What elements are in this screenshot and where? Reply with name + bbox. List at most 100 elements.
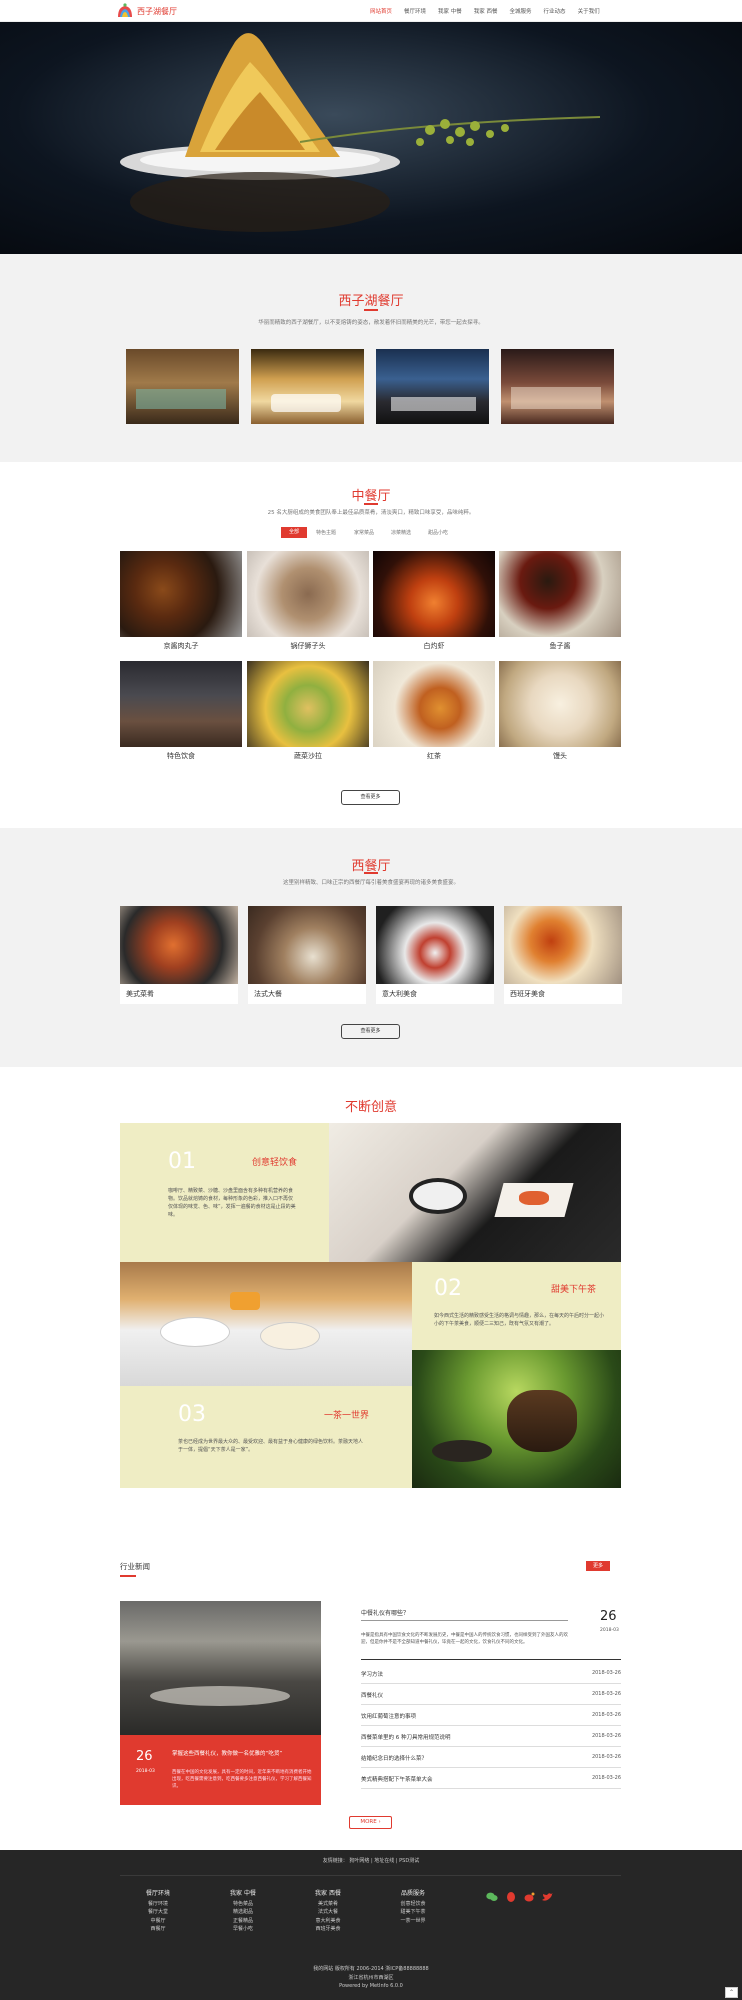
footer-col-item[interactable]: 一茶一世界 <box>383 1917 443 1926</box>
footer-col-item[interactable]: 法式大餐 <box>298 1908 358 1917</box>
creative-photo-3 <box>412 1350 621 1488</box>
tab-home[interactable]: 家常菜品 <box>354 529 374 536</box>
footer-col-item[interactable]: 西班牙美食 <box>298 1925 358 1934</box>
hero-banner <box>0 22 742 254</box>
menu-news[interactable]: 行业动态 <box>544 7 566 15</box>
news-row[interactable]: 美式精典搭配下午茶菜单大会 2018-03-26 <box>361 1769 621 1789</box>
dish-card[interactable] <box>247 551 369 637</box>
dish-label: 红茶 <box>427 752 441 760</box>
dish-card[interactable] <box>373 661 495 747</box>
dish-card[interactable] <box>499 661 621 747</box>
dish-card[interactable] <box>120 661 242 747</box>
tab-cold[interactable]: 凉菜精选 <box>391 529 411 536</box>
about-section <box>0 254 742 462</box>
footer-col-item[interactable]: 意大利美食 <box>298 1917 358 1926</box>
back-to-top-button[interactable]: ⌃ <box>725 1987 738 1998</box>
footer-col: 我家 西餐 美式菜肴 法式大餐 意大利美食 西班牙美食 <box>298 1890 358 1934</box>
dish-card[interactable] <box>373 551 495 637</box>
news-row[interactable]: 西餐礼仪 2018-03-26 <box>361 1685 621 1705</box>
western-dish-label: 西班牙美食 <box>510 990 545 998</box>
dish-label: 特色饮食 <box>167 752 195 760</box>
footer-col-heading[interactable]: 我家 中餐 <box>213 1890 273 1899</box>
news-top-underline <box>361 1620 568 1621</box>
restaurant-photo-3[interactable] <box>376 349 489 424</box>
menu-western[interactable]: 我家 西餐 <box>474 7 498 15</box>
western-card-4[interactable]: 西班牙美食 <box>504 906 622 1004</box>
footer-col-item[interactable]: 美式菜肴 <box>298 1900 358 1909</box>
dish-card[interactable] <box>247 661 369 747</box>
news-row[interactable]: 饮用红葡萄注意的事项 2018-03-26 <box>361 1706 621 1726</box>
western-card-3[interactable]: 意大利美食 <box>376 906 494 1004</box>
western-card-2[interactable]: 法式大餐 <box>248 906 366 1004</box>
menu-service[interactable]: 全城服务 <box>510 7 532 15</box>
western-dish-label: 意大利美食 <box>382 990 417 998</box>
footer-link[interactable]: 狗叶网络 <box>349 1858 369 1864</box>
western-dish-photo <box>120 906 238 984</box>
news-top-divider <box>361 1659 621 1660</box>
news-row-date: 2018-03-26 <box>591 1775 621 1781</box>
news-row[interactable]: 学习方法 2018-03-26 <box>361 1664 621 1684</box>
footer-col-heading[interactable]: 品质服务 <box>383 1890 443 1899</box>
news-row[interactable]: 结婚纪念日的选择什么菜？ 2018-03-26 <box>361 1748 621 1768</box>
news-feature-box[interactable]: 26 2018-03 掌握这些西餐礼仪，教你做一名优雅的“吃货” 西餐在中国的文… <box>120 1735 321 1805</box>
qq-icon[interactable] <box>506 1892 516 1903</box>
footer-link[interactable]: PSD测试 <box>399 1858 419 1864</box>
footer-address: 浙江省杭州市西湖区 <box>348 1975 394 1981</box>
western-title-underline <box>364 872 378 874</box>
dish-card[interactable] <box>120 551 242 637</box>
western-more-button[interactable]: 查看更多 <box>341 1024 400 1039</box>
western-dish-photo <box>504 906 622 984</box>
menu-environment[interactable]: 餐厅环境 <box>404 7 426 15</box>
footer-col-item[interactable]: 西餐厅 <box>128 1925 188 1934</box>
footer-col-item[interactable]: 精选甜品 <box>213 1908 273 1917</box>
news-row-title: 饮用红葡萄注意的事项 <box>361 1714 417 1720</box>
news-row-title: 西餐礼仪 <box>361 1693 384 1699</box>
dish-label: 馒头 <box>553 752 567 760</box>
dish-label: 白灼虾 <box>423 642 445 650</box>
footer-col-item[interactable]: 创意轻饮食 <box>383 1900 443 1909</box>
footer-links: 友情链接： 狗叶网络 | 地址在线 | PSD测试 <box>0 1857 742 1864</box>
footer-col-item[interactable]: 餐厅环境 <box>128 1900 188 1909</box>
news-feature-photo[interactable] <box>120 1601 321 1735</box>
creative-num: 03 <box>178 1402 206 1427</box>
menu-chinese[interactable]: 我家 中餐 <box>438 7 462 15</box>
news-top-title[interactable]: 中餐礼仪有哪些？ <box>361 1608 409 1617</box>
news-more-button[interactable]: MORE › <box>349 1816 392 1829</box>
news-row[interactable]: 西餐菜单里的 6 种刀具常用规范说明 2018-03-26 <box>361 1727 621 1747</box>
creative-block-2: 02 甜美下午茶 如今西式生活的精致感受生活的格调与情趣，那么，在每天的午后时分… <box>412 1262 621 1350</box>
footer-col: 我家 中餐 特色菜品 精选甜品 正餐精品 早餐小吃 <box>213 1890 273 1934</box>
western-card-1[interactable]: 美式菜肴 <box>120 906 238 1004</box>
footer-col-item[interactable]: 餐厅大堂 <box>128 1908 188 1917</box>
news-top-day: 26 <box>600 1609 617 1624</box>
menu-about[interactable]: 关于我们 <box>578 7 600 15</box>
chinese-title-underline <box>364 503 378 505</box>
logo[interactable]: 西子湖餐厅 <box>116 3 177 19</box>
tab-all[interactable]: 全部 <box>281 527 307 538</box>
weibo-icon[interactable] <box>524 1892 535 1902</box>
social-icons <box>486 1892 556 1904</box>
restaurant-photo-4[interactable] <box>501 349 614 424</box>
tab-special[interactable]: 特色主题 <box>316 529 336 536</box>
footer-col-item[interactable]: 正餐精品 <box>213 1917 273 1926</box>
tab-dessert[interactable]: 甜品小吃 <box>428 529 448 536</box>
footer-col-item[interactable]: 中餐厅 <box>128 1917 188 1926</box>
wechat-icon[interactable] <box>486 1892 498 1902</box>
footer-col-heading[interactable]: 餐厅环境 <box>128 1890 188 1899</box>
news-top-ym: 2018-03 <box>600 1628 619 1633</box>
restaurant-photo-1[interactable] <box>126 349 239 424</box>
footer-col-item[interactable]: 甜美下午茶 <box>383 1908 443 1917</box>
footer-link[interactable]: 地址在线 <box>374 1858 394 1864</box>
footer-col-heading[interactable]: 我家 西餐 <box>298 1890 358 1899</box>
footer-col-item[interactable]: 特色菜品 <box>213 1900 273 1909</box>
footer-links-divider <box>120 1875 621 1876</box>
footer-col-item[interactable]: 早餐小吃 <box>213 1925 273 1934</box>
news-more-badge[interactable]: 更多 <box>586 1561 610 1571</box>
twitter-icon[interactable] <box>542 1893 553 1902</box>
restaurant-photo-2[interactable] <box>251 349 364 424</box>
news-title: 行业新闻 <box>120 1562 150 1571</box>
menu-home[interactable]: 网站首页 <box>370 7 392 15</box>
creative-block-3: 03 一茶一世界 茶也已经成为世界最大众的、最受欢迎、最有益于身心健康的绿色饮料… <box>120 1386 412 1488</box>
chinese-more-button[interactable]: 查看更多 <box>341 790 400 805</box>
chinese-subtitle: 25 名大厨组成的美食团队奉上最佳品质菜肴，清淡爽口，精致口味享受，品味纯粹。 <box>267 510 475 516</box>
dish-card[interactable] <box>499 551 621 637</box>
